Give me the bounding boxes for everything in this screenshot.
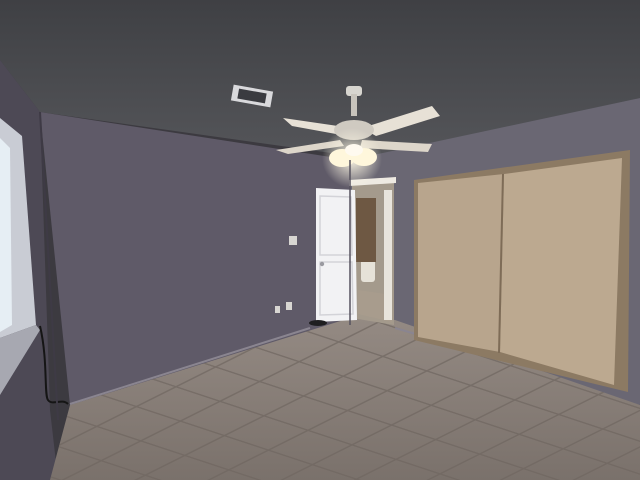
window-glass [0,138,12,332]
door-stop [309,320,327,326]
closet-door-left [418,174,504,352]
fan-light-bulb [345,144,363,156]
light-switch [289,236,297,245]
closet-door-right [500,158,622,385]
fan-downrod [351,94,357,116]
bathroom-doorway [356,198,376,262]
door-knob [319,261,325,267]
wall-outlet [286,302,292,310]
wall-outlet-low [275,306,280,313]
bedroom-photo [0,0,640,480]
hallway-door-frame [384,190,392,320]
